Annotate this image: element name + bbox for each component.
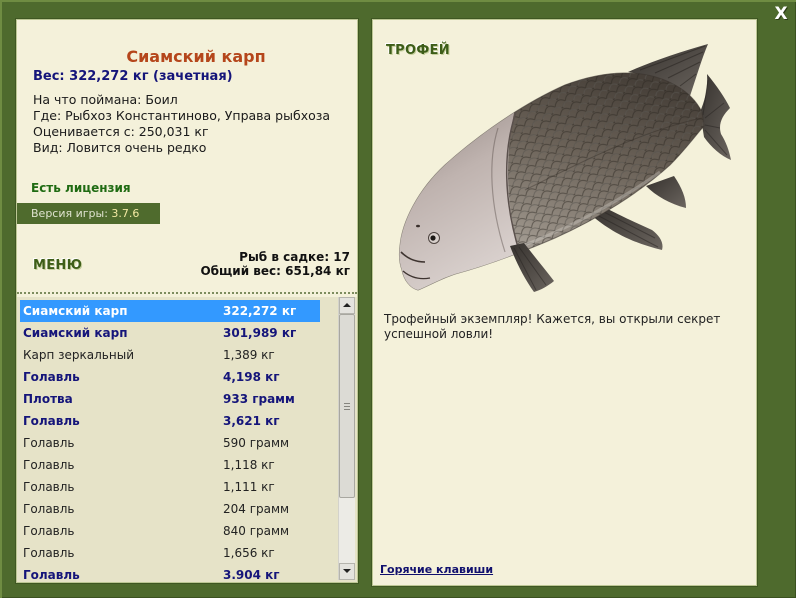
- detail-valued-from: Оценивается с: 250,031 кг: [33, 124, 209, 139]
- fish-name-cell: Голавль: [23, 480, 75, 494]
- catch-list-row[interactable]: Плотва 933 грамм: [20, 388, 320, 410]
- catch-list-row[interactable]: Карп зеркальный 1,389 кг: [20, 344, 320, 366]
- keepnet-count: Рыб в садке: 17: [239, 250, 350, 264]
- version-label: Версия игры:: [31, 207, 108, 220]
- catch-list-row[interactable]: Голавль 4,198 кг: [20, 366, 320, 388]
- fish-weight-cell: 204 грамм: [223, 502, 290, 516]
- fish-name-cell: Голавль: [23, 436, 75, 450]
- fish-weight-line: Вес: 322,272 кг (зачетная): [33, 69, 233, 84]
- detail-bait: На что поймана: Боил: [33, 92, 178, 107]
- catch-list-row[interactable]: Голавль 840 грамм: [20, 520, 320, 542]
- fish-details: На что поймана: Боил Где: Рыбхоз Констан…: [33, 92, 330, 156]
- detail-location: Где: Рыбхоз Константиново, Управа рыбхоз…: [33, 108, 331, 123]
- close-button[interactable]: X: [772, 4, 790, 24]
- fish-weight-cell: 933 грамм: [223, 392, 295, 406]
- fish-weight-cell: 590 грамм: [223, 436, 290, 450]
- detail-species-rarity: Вид: Ловится очень редко: [33, 140, 207, 155]
- catch-list-row[interactable]: Голавль 1,656 кг: [20, 542, 320, 564]
- fish-image: [398, 44, 731, 292]
- arrow-up-icon: [343, 303, 351, 307]
- arrow-down-icon: [343, 569, 351, 573]
- license-status: Есть лицензия: [31, 181, 131, 195]
- hotkeys-link[interactable]: Горячие клавиши: [380, 562, 493, 578]
- catch-list-row[interactable]: Голавль 204 грамм: [20, 498, 320, 520]
- fish-weight-cell: 4,198 кг: [223, 370, 280, 384]
- catch-list-row[interactable]: Голавль 3,621 кг: [20, 410, 320, 432]
- fish-title: Сиамский карп: [126, 47, 266, 66]
- fish-name-cell: Голавль: [23, 568, 80, 582]
- grip-icon: [344, 403, 350, 410]
- fish-name-cell: Голавль: [23, 546, 75, 560]
- keepnet-summary: Рыб в садке: 17 Общий вес: 651,84 кг: [200, 250, 350, 278]
- menu-button[interactable]: МЕНЮ: [33, 258, 82, 274]
- fish-name-cell: Сиамский карп: [23, 304, 128, 318]
- catch-list-row-selected[interactable]: Сиамский карп 322,272 кг: [20, 300, 320, 322]
- fish-weight-cell: 1,118 кг: [223, 458, 275, 472]
- game-window: X Сиамский карп Вес: 322,272 кг (зачетна…: [0, 0, 796, 598]
- catch-list-row[interactable]: Голавль 590 грамм: [20, 432, 320, 454]
- keepnet-total-weight: Общий вес: 651,84 кг: [200, 264, 350, 278]
- fish-name-cell: Голавль: [23, 458, 75, 472]
- version-value: 3.7.6: [111, 207, 140, 220]
- fish-name-cell: Сиамский карп: [23, 326, 128, 340]
- fish-name-cell: Карп зеркальный: [23, 348, 134, 362]
- trophy-description: Трофейный экземпляр! Кажется, вы открыли…: [384, 312, 721, 341]
- fish-name-cell: Голавль: [23, 414, 80, 428]
- scroll-down-button[interactable]: [339, 563, 355, 580]
- version-bar: Версия игры: 3.7.6: [17, 203, 160, 224]
- fish-weight-cell: 301,989 кг: [223, 326, 297, 340]
- fish-weight-cell: 1,656 кг: [223, 546, 275, 560]
- close-icon: X: [774, 4, 788, 24]
- catch-list: Сиамский карп 322,272 кг Сиамский карп 301,…: [17, 297, 357, 582]
- fish-name-cell: Плотва: [23, 392, 73, 406]
- fish-weight-cell: 1,111 кг: [223, 480, 275, 494]
- catch-list-row[interactable]: Голавль 1,118 кг: [20, 454, 320, 476]
- catch-list-row[interactable]: Сиамский карп 301,989 кг: [20, 322, 320, 344]
- fish-weight-cell: 3,621 кг: [223, 414, 280, 428]
- catch-list-row[interactable]: Голавль 1,111 кг: [20, 476, 320, 498]
- fish-weight-cell: 840 грамм: [223, 524, 290, 538]
- catch-info-panel: Сиамский карп Вес: 322,272 кг (зачетная)…: [17, 20, 357, 582]
- fish-name-cell: Голавль: [23, 370, 80, 384]
- fish-weight-cell: 322,272 кг: [223, 304, 297, 318]
- trophy-panel: ТРОФЕЙ Трофейный экземпляр! Кажется, вы …: [373, 20, 756, 585]
- catch-list-rows: Сиамский карп 322,272 кг Сиамский карп 301,…: [20, 300, 320, 582]
- fish-name-cell: Голавль: [23, 502, 75, 516]
- catch-list-row[interactable]: Голавль 3.904 кг: [20, 564, 320, 582]
- scroll-up-button[interactable]: [339, 297, 355, 314]
- fish-weight-cell: 3.904 кг: [223, 568, 280, 582]
- catch-list-scrollbar[interactable]: [338, 297, 355, 580]
- fish-weight-cell: 1,389 кг: [223, 348, 275, 362]
- fish-name-cell: Голавль: [23, 524, 75, 538]
- divider: [17, 292, 357, 294]
- scroll-thumb[interactable]: [339, 314, 355, 498]
